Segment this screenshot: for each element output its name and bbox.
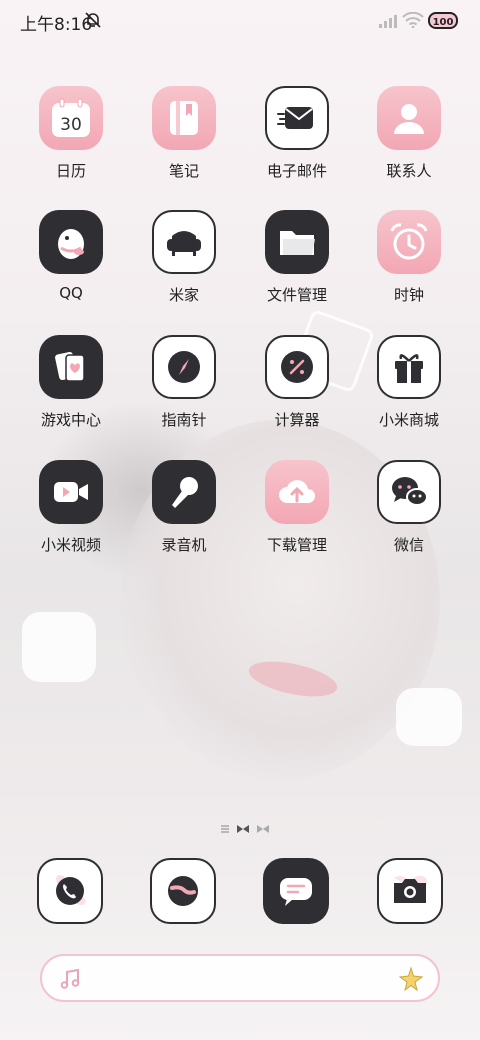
app-label: 日历	[55, 162, 86, 180]
calendar-icon: 30	[39, 86, 103, 150]
app-file-manager[interactable]: 文件管理	[242, 210, 352, 305]
app-label: 微信	[393, 536, 424, 554]
alarm-clock-icon	[377, 210, 441, 274]
app-game-center[interactable]: 游戏中心	[16, 335, 126, 430]
app-calculator[interactable]: 计算器	[242, 335, 352, 430]
calculator-icon	[265, 335, 329, 399]
app-downloads[interactable]: 下载管理	[242, 460, 352, 555]
dock-messages[interactable]	[263, 858, 329, 924]
cloud-upload-icon	[265, 460, 329, 524]
app-label: 文件管理	[266, 286, 327, 304]
app-mi-video[interactable]: 小米视频	[16, 460, 126, 555]
cards-icon	[39, 335, 103, 399]
app-notes[interactable]: 笔记	[129, 86, 239, 181]
qq-icon	[39, 210, 103, 274]
app-contacts[interactable]: 联系人	[354, 86, 464, 181]
battery-indicator: 100	[428, 12, 458, 29]
compass-icon	[152, 335, 216, 399]
app-label: 游戏中心	[40, 411, 101, 429]
contacts-icon	[377, 86, 441, 150]
music-note-icon	[60, 968, 80, 989]
dock-phone[interactable]	[37, 858, 103, 924]
app-label: 笔记	[168, 162, 199, 180]
app-label: 下载管理	[266, 536, 327, 554]
app-label: 指南针	[161, 411, 207, 429]
app-wechat[interactable]: 微信	[354, 460, 464, 555]
camera-icon	[377, 858, 443, 924]
mail-icon	[265, 86, 329, 150]
signal-icon	[379, 15, 397, 28]
app-label: 联系人	[386, 162, 432, 180]
app-mi-store[interactable]: 小米商城	[354, 335, 464, 430]
sofa-icon	[152, 210, 216, 274]
app-label: 小米商城	[378, 411, 439, 429]
wifi-icon	[402, 12, 424, 28]
app-label: 时钟	[393, 286, 424, 304]
microphone-icon	[152, 460, 216, 524]
app-label: 计算器	[274, 411, 320, 429]
wechat-icon	[377, 460, 441, 524]
app-clock[interactable]: 时钟	[354, 210, 464, 305]
app-qq[interactable]: QQ	[16, 210, 126, 302]
app-label: 米家	[168, 286, 199, 304]
app-calendar[interactable]: 30 日历	[16, 86, 126, 181]
status-time: 上午8:16	[20, 15, 93, 35]
calendar-day: 30	[60, 115, 82, 135]
app-mijia[interactable]: 米家	[129, 210, 239, 305]
video-icon	[39, 460, 103, 524]
browser-icon	[150, 858, 216, 924]
home-list-icon	[221, 825, 229, 833]
app-label: QQ	[59, 284, 83, 302]
app-email[interactable]: 电子邮件	[242, 86, 352, 181]
notes-icon	[152, 86, 216, 150]
app-label: 录音机	[161, 536, 207, 554]
phone-icon	[37, 858, 103, 924]
dock-browser[interactable]	[150, 858, 216, 924]
dock-camera[interactable]	[377, 858, 443, 924]
app-compass[interactable]: 指南针	[129, 335, 239, 430]
app-label: 小米视频	[40, 536, 101, 554]
sparkle-icon[interactable]	[398, 966, 424, 992]
app-recorder[interactable]: 录音机	[129, 460, 239, 555]
bow-icon	[237, 825, 249, 833]
search-bar[interactable]	[40, 954, 440, 1002]
app-label: 电子邮件	[266, 162, 327, 180]
bow-icon	[257, 825, 269, 833]
folder-icon	[265, 210, 329, 274]
page-indicator[interactable]	[220, 822, 270, 836]
mute-bell-icon	[85, 12, 101, 28]
message-icon	[263, 858, 329, 924]
status-bar: 上午8:16 100	[0, 0, 480, 40]
gift-icon	[377, 335, 441, 399]
